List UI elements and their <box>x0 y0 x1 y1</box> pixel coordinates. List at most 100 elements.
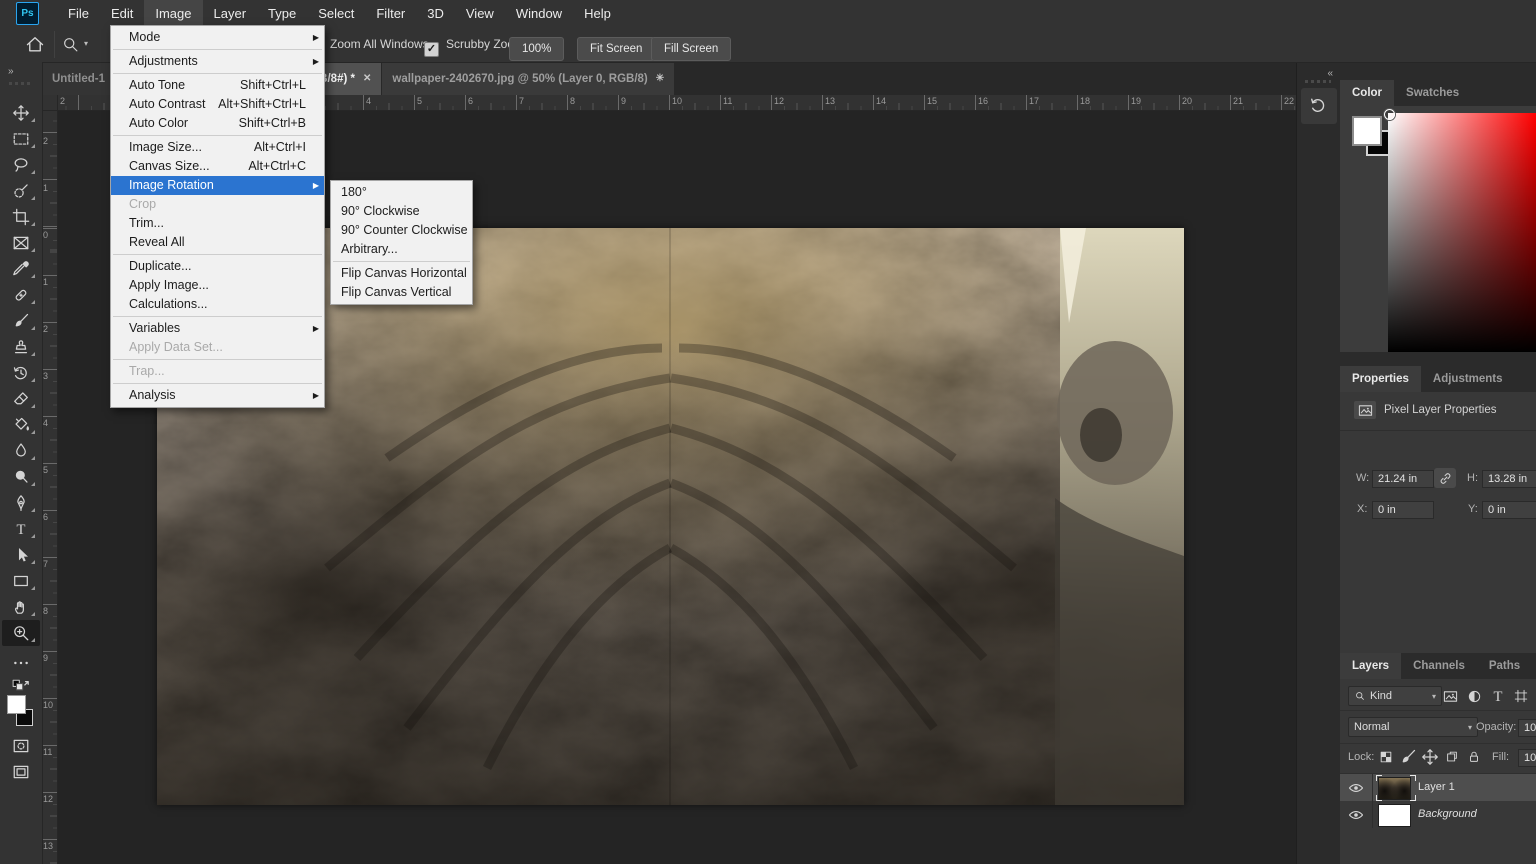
foreground-color-swatch[interactable] <box>7 695 26 714</box>
layer-row-background[interactable]: Background <box>1340 801 1536 828</box>
expand-panel-icon[interactable]: » <box>8 66 14 77</box>
link-dimensions-button[interactable] <box>1434 468 1456 488</box>
layers-tab-layers[interactable]: Layers <box>1340 653 1402 679</box>
color-tab-swatches[interactable]: Swatches <box>1394 80 1471 106</box>
menubar-item-filter[interactable]: Filter <box>365 0 416 27</box>
menubar-item-select[interactable]: Select <box>307 0 365 27</box>
collapse-panels-icon[interactable]: « <box>1327 68 1333 79</box>
panel-grip[interactable] <box>1305 80 1331 83</box>
menu-item-variables[interactable]: Variables ▶ <box>111 319 324 338</box>
opacity-field[interactable]: 100% <box>1518 719 1536 737</box>
document-tab-3[interactable]: wallpaper-2402670.jpg @ 50% (Layer 0, RG… <box>382 62 675 95</box>
menubar-item-window[interactable]: Window <box>505 0 573 27</box>
fit-screen-button[interactable]: Fit Screen <box>577 37 656 61</box>
type-tool[interactable]: T <box>2 516 40 542</box>
lock-position-icon[interactable] <box>1420 747 1440 767</box>
properties-tab-adjustments[interactable]: Adjustments <box>1421 366 1515 392</box>
menu-item-adjustments[interactable]: Adjustments ▶ <box>111 52 324 71</box>
dodge-tool[interactable] <box>2 464 40 490</box>
filter-adjustment-layers-icon[interactable] <box>1464 686 1484 706</box>
foreground-color-swatch[interactable] <box>1352 116 1382 146</box>
properties-tab-properties[interactable]: Properties <box>1340 366 1421 392</box>
menubar-item-image[interactable]: Image <box>144 0 203 27</box>
vertical-ruler[interactable]: 2 1 0 1 2 3 4 5 6 7 8 9 10 11 12 13 <box>42 110 58 864</box>
layer-visibility-eye-icon[interactable] <box>1340 801 1373 828</box>
move-tool[interactable] <box>2 100 40 126</box>
menu-item-auto-tone[interactable]: Auto Tone Shift+Ctrl+L <box>111 76 324 95</box>
blend-mode-select[interactable]: Normal ▾ <box>1348 717 1478 737</box>
menubar-item-file[interactable]: File <box>57 0 100 27</box>
zoom-all-windows-label[interactable]: Zoom All Windows <box>330 37 429 51</box>
zoom-tool[interactable] <box>2 620 40 646</box>
menu-item-image-rotation[interactable]: Image Rotation ▶ <box>111 176 324 195</box>
menu-item-apply-image[interactable]: Apply Image... <box>111 276 324 295</box>
menubar-item-help[interactable]: Help <box>573 0 622 27</box>
submenu-item-flip-canvas-horizontal[interactable]: Flip Canvas Horizontal <box>331 264 472 283</box>
fill-screen-button[interactable]: Fill Screen <box>651 37 732 61</box>
more-tools-button[interactable] <box>2 650 40 676</box>
scrubby-zoom-checkbox[interactable]: ✓ <box>424 42 439 57</box>
spot-healing-brush-tool[interactable] <box>2 282 40 308</box>
submenu-item-flip-canvas-vertical[interactable]: Flip Canvas Vertical <box>331 283 472 302</box>
blur-tool[interactable] <box>2 438 40 464</box>
crop-tool[interactable] <box>2 204 40 230</box>
submenu-item-90-counter-clockwise[interactable]: 90° Counter Clockwise <box>331 221 472 240</box>
rectangle-tool[interactable] <box>2 568 40 594</box>
layer-filter-kind-select[interactable]: Kind ▾ <box>1348 686 1442 706</box>
layer-name[interactable]: Background <box>1418 808 1477 820</box>
quick-mask-button[interactable] <box>2 733 40 759</box>
menu-item-image-size[interactable]: Image Size... Alt+Ctrl+I <box>111 138 324 157</box>
color-tab-color[interactable]: Color <box>1340 80 1395 106</box>
home-icon[interactable] <box>25 34 45 54</box>
menubar-item-edit[interactable]: Edit <box>100 0 144 27</box>
menu-item-trim[interactable]: Trim... <box>111 214 324 233</box>
menu-item-calculations[interactable]: Calculations... <box>111 295 324 314</box>
fill-field[interactable]: 100% <box>1518 749 1536 767</box>
ruler-corner[interactable] <box>42 95 58 111</box>
menu-item-mode[interactable]: Mode ▶ <box>111 28 324 47</box>
filter-type-layers-icon[interactable]: T <box>1488 686 1508 706</box>
path-selection-tool[interactable] <box>2 542 40 568</box>
menu-item-reveal-all[interactable]: Reveal All <box>111 233 324 252</box>
submenu-item-180[interactable]: 180° <box>331 183 472 202</box>
x-field[interactable]: 0 in <box>1372 501 1434 519</box>
frame-tool[interactable] <box>2 230 40 256</box>
layer-row-layer-1[interactable]: Layer 1 <box>1340 774 1536 801</box>
menubar-item-view[interactable]: View <box>455 0 505 27</box>
lasso-tool[interactable] <box>2 152 40 178</box>
menu-item-auto-color[interactable]: Auto Color Shift+Ctrl+B <box>111 114 324 133</box>
zoom-tool-icon[interactable] <box>62 36 79 53</box>
filter-shape-layers-icon[interactable] <box>1511 686 1531 706</box>
menubar-item-layer[interactable]: Layer <box>203 0 258 27</box>
y-field[interactable]: 0 in <box>1482 501 1536 519</box>
pen-tool[interactable] <box>2 490 40 516</box>
lock-transparency-icon[interactable] <box>1376 747 1396 767</box>
hand-tool[interactable] <box>2 594 40 620</box>
paint-bucket-tool[interactable] <box>2 412 40 438</box>
menu-item-duplicate[interactable]: Duplicate... <box>111 257 324 276</box>
menu-item-analysis[interactable]: Analysis ▶ <box>111 386 324 405</box>
layer-name[interactable]: Layer 1 <box>1418 781 1455 793</box>
submenu-item-arbitrary[interactable]: Arbitrary... <box>331 240 472 259</box>
menu-item-auto-contrast[interactable]: Auto Contrast Alt+Shift+Ctrl+L <box>111 95 324 114</box>
screen-mode-button[interactable] <box>2 759 40 785</box>
brush-tool[interactable] <box>2 308 40 334</box>
close-tab-icon[interactable]: ✕ <box>363 73 371 84</box>
lock-artboard-icon[interactable] <box>1442 747 1462 767</box>
clone-stamp-tool[interactable] <box>2 334 40 360</box>
eraser-tool[interactable] <box>2 386 40 412</box>
close-tab-icon[interactable]: ✳ <box>656 73 664 84</box>
quick-selection-tool[interactable] <box>2 178 40 204</box>
layers-tab-channels[interactable]: Channels <box>1401 653 1477 679</box>
lock-all-icon[interactable] <box>1464 747 1484 767</box>
filter-pixel-layers-icon[interactable] <box>1440 686 1460 706</box>
color-saturation-box[interactable] <box>1388 113 1536 352</box>
submenu-item-90-clockwise[interactable]: 90° Clockwise <box>331 202 472 221</box>
lock-paint-icon[interactable] <box>1398 747 1418 767</box>
layer-thumbnail[interactable] <box>1378 804 1411 827</box>
zoom-100-button[interactable]: 100% <box>509 37 565 61</box>
eyedropper-tool[interactable] <box>2 256 40 282</box>
chevron-down-icon[interactable]: ▾ <box>84 39 88 48</box>
history-panel-icon[interactable] <box>1301 88 1337 124</box>
history-brush-tool[interactable] <box>2 360 40 386</box>
